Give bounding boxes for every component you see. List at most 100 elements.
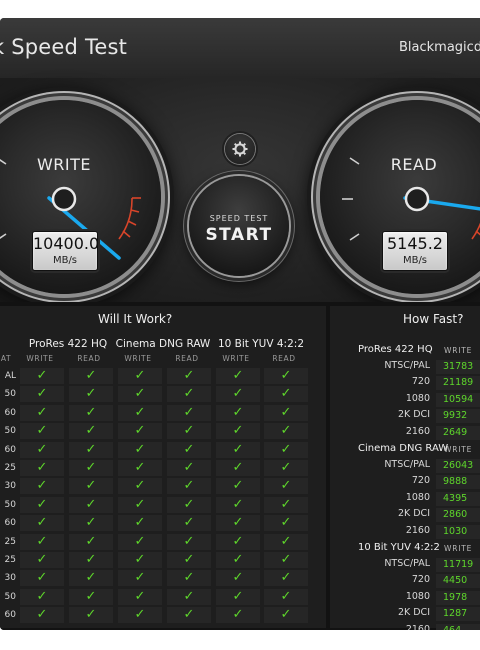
checkmark-icon: ✓ (134, 404, 146, 420)
write-gauge-label: WRITE (36, 155, 92, 174)
checkmark-icon: ✓ (280, 588, 292, 604)
write-fps-value: 4395 (436, 491, 480, 506)
resolution-label: 2160 (405, 623, 430, 630)
checkmark-icon: ✓ (183, 607, 195, 623)
write-unit: MB/s (52, 255, 78, 266)
checkmark-icon: ✓ (134, 607, 146, 623)
write-fps-value: 26043 (436, 459, 480, 473)
prores-read-header: READ (77, 354, 101, 363)
codec-header-cinema-dng: Cinema DNG RAW (115, 338, 211, 350)
checkmark-icon: ✓ (36, 404, 48, 420)
checkmark-icon: ✓ (36, 607, 48, 623)
write-fps-value: 1030 (436, 524, 480, 539)
checkmark-icon: ✓ (36, 552, 48, 567)
checkmark-icon: ✓ (36, 515, 48, 531)
write-value: 10400.0 (33, 234, 100, 253)
checkmark-icon: ✓ (280, 552, 292, 567)
checkmark-icon: ✓ (232, 460, 244, 475)
app-window: k Speed Test Blackmagicdes (0, 18, 480, 630)
checkmark-icon: ✓ (134, 588, 146, 604)
speed-test-start-button[interactable]: SPEED TEST START (189, 176, 289, 276)
checkmark-icon: ✓ (280, 386, 292, 402)
checkmark-icon: ✓ (36, 368, 48, 383)
checkmark-icon: ✓ (232, 368, 244, 383)
frame-rate-label: 50 (4, 426, 16, 437)
checkmark-icon: ✓ (232, 441, 244, 457)
title-bar: k Speed Test Blackmagicdes (0, 18, 480, 79)
checkmark-icon: ✓ (134, 386, 146, 402)
write-value-display: 10400.0 MB/s (32, 231, 100, 271)
resolution-label: 720 (411, 475, 430, 487)
checkmark-icon: ✓ (36, 533, 48, 549)
checkmark-icon: ✓ (183, 460, 195, 475)
read-value-display: 5145.2 MB/s (382, 231, 448, 271)
checkmark-icon: ✓ (134, 552, 146, 567)
gear-icon (232, 141, 248, 157)
frame-rate-label: 25 (4, 536, 16, 547)
write-fps-value: 9932 (436, 409, 480, 424)
checkmark-icon: ✓ (183, 404, 195, 420)
write-fps-value: 9888 (436, 475, 480, 490)
dng-write-header: WRITE (124, 354, 152, 363)
checkmark-icon: ✓ (232, 607, 244, 623)
settings-button[interactable] (225, 134, 255, 164)
resolution-label: 2160 (405, 524, 430, 536)
checkmark-icon: ✓ (232, 552, 244, 567)
how-fast-panel: How Fast? ProRes 422 HQ WRITE NTSC/PAL 3178… (330, 306, 480, 630)
checkmark-icon: ✓ (85, 496, 97, 512)
checkmark-icon: ✓ (85, 570, 97, 586)
checkmark-icon: ✓ (36, 386, 48, 402)
how-fast-codec-title: Cinema DNG RAW (358, 443, 449, 454)
checkmark-icon: ✓ (232, 588, 244, 604)
checkmark-icon: ✓ (183, 441, 195, 457)
checkmark-icon: ✓ (85, 386, 97, 402)
checkmark-icon: ✓ (280, 496, 292, 512)
resolution-label: 2K DCI (397, 409, 430, 421)
frame-rate-label: 50 (4, 591, 16, 602)
checkmark-icon: ✓ (232, 496, 244, 512)
write-fps-value: 4450 (436, 574, 480, 589)
frame-rate-label: 50 (4, 389, 16, 400)
frame-rate-label: 30 (4, 573, 16, 584)
brand-label: Blackmagicdes (399, 40, 480, 55)
checkmark-icon: ✓ (134, 441, 146, 457)
read-gauge-label: READ (390, 155, 438, 174)
resolution-label: 720 (411, 376, 430, 388)
checkmark-icon: ✓ (134, 570, 146, 586)
checkmark-icon: ✓ (134, 368, 146, 383)
write-fps-value: 2649 (436, 425, 480, 440)
checkmark-icon: ✓ (280, 478, 292, 494)
write-fps-value: 1287 (436, 607, 480, 622)
checkmark-icon: ✓ (280, 533, 292, 549)
codec-header-yuv: 10 Bit YUV 4:2:2 (217, 338, 304, 350)
checkmark-icon: ✓ (280, 404, 292, 420)
read-gauge: READ 5145.2 MB/s (320, 100, 480, 294)
checkmark-icon: ✓ (280, 441, 292, 457)
checkmark-icon: ✓ (85, 607, 97, 623)
checkmark-icon: ✓ (85, 368, 97, 383)
checkmark-icon: ✓ (85, 441, 97, 457)
checkmark-icon: ✓ (85, 478, 97, 494)
checkmark-icon: ✓ (134, 478, 146, 494)
frame-rate-label: 60 (4, 610, 16, 621)
checkmark-icon: ✓ (36, 570, 48, 586)
checkmark-icon: ✓ (232, 533, 244, 549)
resolution-label: 1080 (405, 590, 430, 602)
frame-rate-label: 60 (4, 444, 16, 455)
frame-rate-label: 25 (4, 463, 16, 473)
checkmark-icon: ✓ (183, 588, 195, 604)
prores-write-header: WRITE (26, 354, 54, 363)
resolution-label: 720 (411, 574, 430, 586)
checkmark-icon: ✓ (36, 441, 48, 457)
checkmark-icon: ✓ (183, 570, 195, 586)
checkmark-icon: ✓ (232, 404, 244, 420)
checkmark-icon: ✓ (280, 607, 292, 623)
format-header-partial: AT (0, 354, 12, 363)
resolution-label: NTSC/PAL (384, 360, 430, 371)
how-fast-title: How Fast? (403, 312, 464, 326)
checkmark-icon: ✓ (85, 404, 97, 420)
app-title: k Speed Test (0, 35, 128, 59)
dng-read-header: READ (175, 354, 199, 363)
checkmark-icon: ✓ (134, 460, 146, 475)
will-it-work-title: Will It Work? (98, 312, 173, 326)
